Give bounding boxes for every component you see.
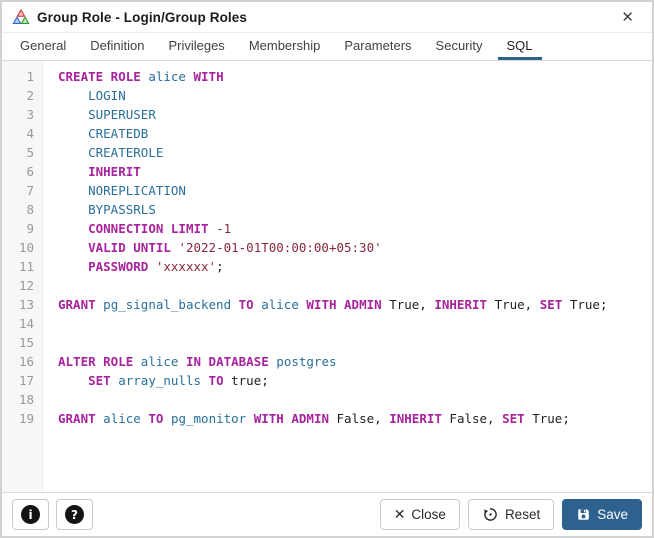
- code-line: CREATEROLE: [88, 145, 164, 160]
- code-line: BYPASSRLS: [88, 202, 156, 217]
- tab-parameters[interactable]: Parameters: [335, 33, 420, 60]
- tab-membership[interactable]: Membership: [240, 33, 330, 60]
- save-button-label: Save: [597, 507, 628, 522]
- code-line: CREATE ROLE alice WITH: [58, 69, 224, 84]
- save-floppy-icon: [576, 507, 591, 522]
- line-number: 12: [18, 278, 34, 293]
- tab-definition[interactable]: Definition: [81, 33, 153, 60]
- dialog-title: Group Role - Login/Group Roles: [37, 9, 247, 25]
- reset-button-label: Reset: [504, 507, 541, 522]
- code-line: SET array_nulls TO true;: [88, 373, 269, 388]
- code-line: CREATEDB: [88, 126, 149, 141]
- code-line: NOREPLICATION: [88, 183, 186, 198]
- code-line: SUPERUSER: [88, 107, 156, 122]
- reset-button[interactable]: Reset: [467, 499, 555, 530]
- reset-rotate-icon: [482, 506, 499, 523]
- line-number: 7: [26, 183, 34, 198]
- code-line: PASSWORD 'xxxxxx';: [88, 259, 224, 274]
- tab-privileges[interactable]: Privileges: [159, 33, 233, 60]
- help-icon: ?: [65, 505, 84, 524]
- close-button-label: Close: [411, 507, 446, 522]
- sql-help-button[interactable]: i: [12, 499, 49, 530]
- code-line: VALID UNTIL '2022-01-01T00:00:00+05:30': [88, 240, 382, 255]
- close-x-icon: ✕: [393, 506, 406, 523]
- dialog-footer: i ? ✕ Close Reset Save: [2, 492, 652, 536]
- line-number: 1: [26, 69, 34, 84]
- line-number: 13: [18, 297, 34, 312]
- code-line: INHERIT: [88, 164, 141, 179]
- code-line: GRANT pg_signal_backend TO alice WITH AD…: [58, 297, 608, 312]
- dialog-titlebar: Group Role - Login/Group Roles ✕: [2, 2, 652, 33]
- line-number: 17: [18, 373, 34, 388]
- line-number: 2: [26, 88, 34, 103]
- line-number: 15: [18, 335, 34, 350]
- sql-editor[interactable]: 1 2 3 4 5 6 7 8 9 10 11 12 13 14 15 16 17 18 19 CREATE ROL…: [2, 61, 652, 492]
- code-line: LOGIN: [88, 88, 126, 103]
- code-line: GRANT alice TO pg_monitor WITH ADMIN Fal…: [58, 411, 570, 426]
- footer-actions: ✕ Close Reset Save: [379, 499, 642, 530]
- tab-sql[interactable]: SQL: [497, 33, 542, 60]
- tab-bar: General Definition Privileges Membership Par…: [2, 33, 652, 61]
- tab-general[interactable]: General: [11, 33, 75, 60]
- code-line: ALTER ROLE alice IN DATABASE postgres: [58, 354, 337, 369]
- info-icon: i: [21, 505, 40, 524]
- close-button[interactable]: ✕ Close: [379, 499, 460, 530]
- dialog-help-button[interactable]: ?: [56, 499, 93, 530]
- tab-security[interactable]: Security: [427, 33, 492, 60]
- line-number: 16: [18, 354, 34, 369]
- line-number: 8: [26, 202, 34, 217]
- line-number: 19: [18, 411, 34, 426]
- sql-code-content: CREATE ROLE alice WITH LOGIN SUPERUSER C…: [43, 61, 652, 492]
- save-button[interactable]: Save: [562, 499, 642, 530]
- line-number-gutter: 1 2 3 4 5 6 7 8 9 10 11 12 13 14 15 16 17 18 19: [2, 61, 43, 492]
- line-number: 18: [18, 392, 34, 407]
- line-number: 4: [26, 126, 34, 141]
- line-number: 10: [18, 240, 34, 255]
- group-role-icon: [12, 9, 30, 25]
- line-number: 14: [18, 316, 34, 331]
- line-number: 11: [18, 259, 34, 274]
- group-role-dialog: Group Role - Login/Group Roles ✕ General…: [0, 0, 654, 538]
- line-number: 3: [26, 107, 34, 122]
- line-number: 6: [26, 164, 34, 179]
- line-number: 9: [26, 221, 34, 236]
- dialog-close-icon[interactable]: ✕: [617, 8, 638, 27]
- line-number: 5: [26, 145, 34, 160]
- code-line: CONNECTION LIMIT -1: [88, 221, 232, 236]
